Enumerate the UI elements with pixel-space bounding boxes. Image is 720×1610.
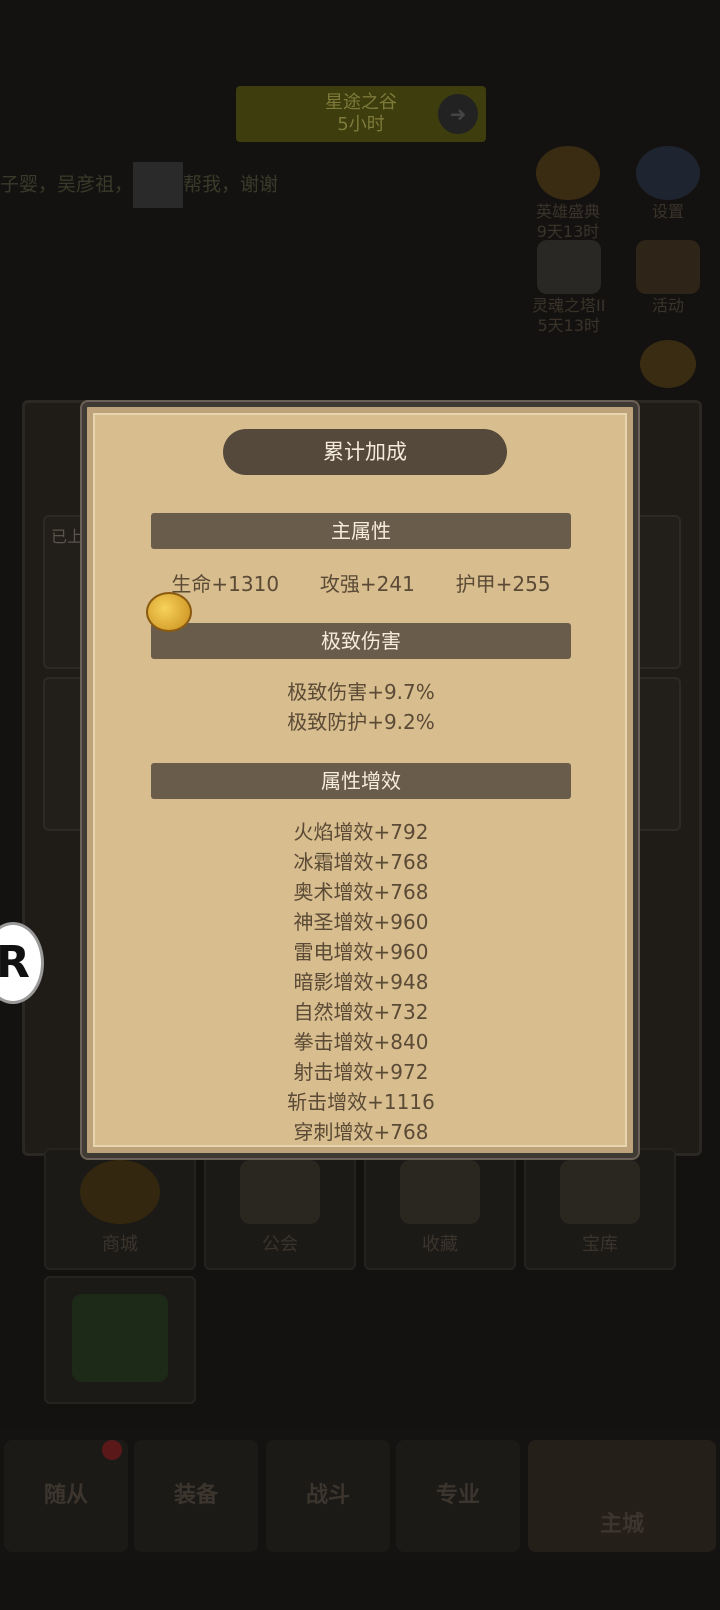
shop-icon: [80, 1160, 160, 1224]
stat-line: 拳击增效+840: [293, 1030, 429, 1054]
side-event-hero[interactable]: 英雄盛典 9天13时: [536, 146, 600, 242]
nav-tab-equipment[interactable]: 装备: [134, 1440, 258, 1552]
notification-badge: [102, 1440, 122, 1460]
grid-guild[interactable]: 公会: [204, 1148, 356, 1270]
stat-value: 生命+1310: [171, 571, 280, 596]
side-extra[interactable]: [640, 340, 696, 390]
coin-icon: [640, 340, 696, 388]
stat-line: 极致防护+9.2%: [287, 710, 435, 734]
stat-line: 雷电增效+960: [293, 940, 429, 964]
stat-line: 穿刺增效+768: [293, 1120, 429, 1144]
stat-line: 射击增效+972: [293, 1060, 429, 1084]
tower-icon: [536, 240, 601, 294]
nav-tab-battle[interactable]: 战斗: [266, 1440, 390, 1552]
guild-icon: [240, 1160, 320, 1224]
side-settings[interactable]: 设置: [636, 146, 700, 222]
grid-dragon[interactable]: [44, 1276, 196, 1404]
activity-icon: [636, 240, 700, 294]
treasury-icon: [560, 1160, 640, 1224]
scrolling-message: 子婴，吴彦祖， 帮我，谢谢: [0, 162, 278, 208]
stat-line: 极致伤害+9.7%: [287, 680, 435, 704]
section-header-attribute-boost: 属性增效: [151, 763, 571, 799]
hero-event-icon: [536, 146, 600, 200]
stat-value: 攻强+241: [319, 571, 415, 596]
grid-collection[interactable]: 收藏: [364, 1148, 516, 1270]
stat-line: 奥术增效+768: [293, 880, 429, 904]
side-activity[interactable]: 活动: [636, 240, 700, 316]
section-header-main-attributes: 主属性: [151, 513, 571, 549]
grid-treasury[interactable]: 宝库: [524, 1148, 676, 1270]
stat-line: 斩击增效+1116: [287, 1090, 435, 1114]
redacted-name-box: [133, 162, 184, 208]
stat-line: 火焰增效+792: [293, 820, 429, 844]
collection-icon: [400, 1160, 480, 1224]
nav-tab-main-city[interactable]: 主城: [528, 1440, 716, 1552]
dialog-title: 累计加成: [223, 429, 507, 475]
stat-value: 护甲+255: [455, 571, 551, 596]
section-header-extreme-damage: 极致伤害: [151, 623, 571, 659]
cumulative-bonus-dialog: 累计加成 主属性 生命+1310 攻强+241 护甲+255 极致伤害 极致伤害…: [82, 402, 638, 1158]
stat-line: 冰霜增效+768: [293, 850, 429, 874]
side-event-tower[interactable]: 灵魂之塔II 5天13时: [532, 240, 605, 336]
stat-line: 自然增效+732: [293, 1000, 429, 1024]
grid-shop[interactable]: 商城: [44, 1148, 196, 1270]
stat-line: 神圣增效+960: [293, 910, 429, 934]
event-banner[interactable]: 星途之谷 5小时 ➜: [236, 86, 486, 142]
stat-line: 暗影增效+948: [293, 970, 429, 994]
dragon-icon: [72, 1294, 168, 1382]
nav-tab-profession[interactable]: 专业: [396, 1440, 520, 1552]
gear-icon: [636, 146, 700, 200]
main-attributes-row: 生命+1310 攻强+241 护甲+255: [151, 567, 571, 597]
arrow-icon: ➜: [438, 94, 478, 134]
floating-coin-icon[interactable]: [146, 592, 192, 632]
